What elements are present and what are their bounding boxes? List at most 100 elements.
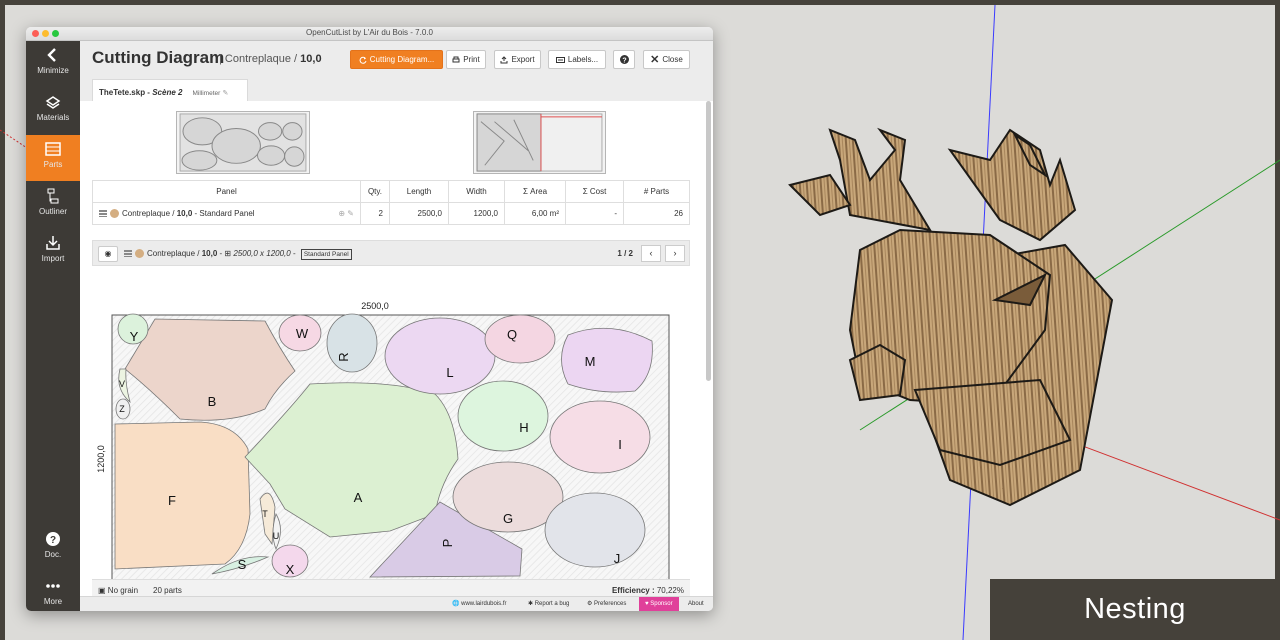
part-label: G bbox=[503, 511, 513, 526]
nesting-diagram: 2500,0 1200,0 F B A P L H G M Q I J R W … bbox=[96, 301, 670, 582]
part-f[interactable] bbox=[114, 421, 251, 570]
part-label: Q bbox=[507, 327, 517, 342]
sidebar-item-materials[interactable]: Materials bbox=[26, 88, 80, 134]
next-page-button[interactable]: › bbox=[665, 245, 685, 262]
part-i[interactable] bbox=[549, 400, 651, 474]
row-qty: 2 bbox=[360, 202, 390, 225]
row-material: Contreplaque bbox=[122, 208, 171, 218]
efficiency-label: Efficiency : bbox=[611, 586, 655, 595]
sidebar-item-parts[interactable]: Parts bbox=[26, 135, 80, 181]
help-button[interactable]: ? bbox=[613, 50, 635, 69]
sheet-thumbnail-2[interactable] bbox=[473, 111, 606, 174]
part-j[interactable] bbox=[544, 492, 646, 568]
labels-button[interactable]: Labels... bbox=[548, 50, 606, 69]
status-bar: 🌐 www.lairdubois.fr ✱ Report a bug ⚙ Pre… bbox=[80, 596, 713, 611]
dimensions-icon: ⊞ bbox=[224, 249, 232, 258]
grain-info: ▣ No grain bbox=[98, 586, 138, 595]
page-title: Cutting Diagram bbox=[92, 48, 225, 67]
sidebar-item-outliner[interactable]: Outliner bbox=[26, 182, 80, 228]
material-swatch bbox=[135, 249, 144, 259]
col-area[interactable]: Σ Area bbox=[504, 180, 566, 203]
part-h[interactable] bbox=[457, 380, 549, 452]
part-l[interactable] bbox=[384, 317, 496, 395]
about-link[interactable]: About bbox=[688, 597, 704, 611]
part-label: S bbox=[238, 557, 247, 572]
grain-label: No grain bbox=[107, 586, 139, 595]
material-swatch bbox=[110, 209, 119, 219]
website-link[interactable]: 🌐 www.lairdubois.fr bbox=[452, 597, 507, 611]
part-label: F bbox=[168, 493, 176, 508]
edit-icons[interactable]: ⊕ ✎ bbox=[338, 209, 354, 218]
question-icon: ? bbox=[619, 55, 629, 64]
part-label: J bbox=[614, 551, 621, 566]
export-icon bbox=[500, 55, 508, 63]
col-cost[interactable]: Σ Cost bbox=[565, 180, 624, 203]
part-label: H bbox=[519, 420, 528, 435]
prev-page-button[interactable]: ‹ bbox=[641, 245, 661, 262]
sidebar-item-more[interactable]: More bbox=[26, 572, 80, 611]
report-bug-link[interactable]: ✱ Report a bug bbox=[528, 597, 569, 611]
part-label: L bbox=[446, 365, 453, 380]
col-qty[interactable]: Qty. bbox=[360, 180, 390, 203]
part-label: R bbox=[336, 352, 351, 361]
preferences-link[interactable]: ⚙ Preferences bbox=[587, 597, 626, 611]
sidebar-label: Materials bbox=[36, 113, 70, 122]
parts-count: 20 parts bbox=[153, 586, 182, 595]
col-length[interactable]: Length bbox=[389, 180, 449, 203]
part-q[interactable] bbox=[484, 314, 556, 364]
refresh-icon bbox=[359, 56, 367, 64]
table-row[interactable]: Contreplaque / 10,0 - Standard Panel ⊕ ✎… bbox=[92, 202, 690, 225]
cutting-diagram-button[interactable]: Cutting Diagram... bbox=[350, 50, 443, 69]
part-label: X bbox=[286, 562, 295, 577]
help-icon: ? bbox=[46, 532, 60, 546]
sheet-thumbnail-1[interactable] bbox=[176, 111, 310, 174]
page-subtitle: | Contreplaque / 10,0 bbox=[219, 53, 322, 65]
close-icon: ✕ bbox=[650, 54, 660, 66]
import-icon bbox=[46, 236, 60, 250]
part-label: P bbox=[440, 539, 455, 548]
title-bar: OpenCutList by L'Air du Bois - 7.0.0 bbox=[26, 27, 713, 41]
row-parts: 26 bbox=[623, 202, 690, 225]
col-panel[interactable]: Panel bbox=[92, 180, 361, 203]
sheet-stats: ▣ No grain 20 parts Efficiency : 70,22% bbox=[92, 579, 690, 597]
print-button[interactable]: Print bbox=[446, 50, 486, 69]
preferences-label: Preferences bbox=[594, 601, 627, 607]
eye-icon: ◉ bbox=[104, 249, 112, 258]
pencil-icon[interactable]: ✎ bbox=[223, 90, 229, 97]
outliner-icon bbox=[47, 188, 59, 204]
export-button[interactable]: Export bbox=[494, 50, 541, 69]
sheet-material: Contreplaque bbox=[147, 249, 196, 258]
page-indicator: 1 / 2 bbox=[617, 249, 633, 258]
sidebar: Minimize Materials Parts Outliner Import… bbox=[26, 41, 80, 611]
sheet-thickness: 10,0 bbox=[201, 249, 218, 258]
part-label: B bbox=[208, 394, 217, 409]
row-type: Standard Panel bbox=[199, 208, 255, 218]
scrollbar[interactable] bbox=[706, 101, 711, 381]
col-parts[interactable]: # Parts bbox=[623, 180, 690, 203]
part-r[interactable] bbox=[326, 313, 378, 373]
sidebar-item-minimize[interactable]: Minimize bbox=[26, 41, 80, 87]
row-area: 6,00 m² bbox=[504, 202, 566, 225]
visibility-toggle[interactable]: ◉ bbox=[98, 246, 118, 262]
printer-icon bbox=[452, 56, 460, 62]
sponsor-link[interactable]: ♥ Sponsor bbox=[639, 597, 679, 611]
grain-icon: ▣ bbox=[98, 586, 106, 595]
material-name: Contreplaque bbox=[224, 53, 291, 65]
close-button[interactable]: ✕ Close bbox=[643, 50, 690, 69]
label-icon bbox=[555, 56, 565, 63]
report-bug-label: Report a bug bbox=[534, 601, 570, 607]
tab-scene: Scène 2 bbox=[152, 88, 183, 97]
layers-icon bbox=[124, 250, 132, 258]
tab-file[interactable]: TheTete.skp - Scène 2 Millimeter ✎ bbox=[92, 79, 248, 101]
sidebar-label: Outliner bbox=[38, 207, 67, 216]
content-area: Panel Qty. Length Width Σ Area Σ Cost # … bbox=[80, 101, 713, 597]
close-label: Close bbox=[662, 55, 683, 64]
part-m[interactable] bbox=[561, 327, 653, 393]
col-width[interactable]: Width bbox=[448, 180, 505, 203]
export-label: Export bbox=[511, 55, 535, 64]
sidebar-item-import[interactable]: Import bbox=[26, 229, 80, 275]
layers-icon bbox=[99, 210, 107, 218]
nesting-caption: Nesting bbox=[990, 579, 1280, 640]
part-label: T bbox=[262, 509, 268, 519]
sidebar-item-doc[interactable]: ? Doc. bbox=[26, 525, 80, 571]
